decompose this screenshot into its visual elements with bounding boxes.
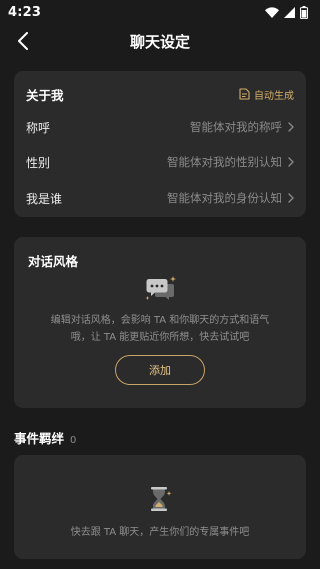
about-me-title: 关于我: [26, 87, 64, 103]
chevron-right-icon: [288, 122, 294, 132]
chat-bubbles-icon: [145, 276, 176, 300]
about-me-header: 关于我 自动生成: [26, 84, 294, 104]
dialogue-style-title: 对话风格: [28, 254, 79, 269]
hourglass-icon: [151, 487, 172, 511]
chevron-right-icon: [288, 193, 294, 203]
events-count: 0: [70, 435, 77, 446]
wifi-icon: [265, 6, 279, 18]
signal-icon: [284, 6, 295, 18]
row-nickname[interactable]: 称呼 智能体对我的称呼: [26, 116, 294, 138]
add-style-button[interactable]: 添加: [115, 355, 205, 385]
row-label: 称呼: [26, 120, 51, 135]
auto-generate-label: 自动生成: [254, 90, 294, 102]
auto-generate-button[interactable]: 自动生成: [239, 87, 294, 102]
row-label: 我是谁: [26, 191, 63, 206]
events-title: 事件羁绊: [14, 431, 65, 446]
battery-icon: [300, 5, 308, 19]
row-value: 智能体对我的身份认知: [167, 191, 282, 205]
dialogue-style-card: 对话风格 编辑对话风格，会影响 TA 和你聊天的方式和语气 哦，让 TA 能更贴…: [14, 237, 306, 408]
events-card: 快去跟 TA 聊天，产生你们的专属事件吧: [14, 455, 306, 559]
header: 聊天设定: [0, 24, 320, 58]
status-time: 4:23: [8, 4, 42, 20]
events-empty-text: 快去跟 TA 聊天，产生你们的专属事件吧: [70, 527, 250, 538]
events-header: 事件羁绊 0: [14, 428, 76, 447]
row-value: 智能体对我的称呼: [190, 120, 282, 134]
row-gender[interactable]: 性别 智能体对我的性别认知: [26, 151, 294, 173]
page-title: 聊天设定: [129, 32, 190, 51]
chevron-right-icon: [288, 157, 294, 167]
back-button[interactable]: [12, 30, 34, 52]
dialogue-style-description: 编辑对话风格，会影响 TA 和你聊天的方式和语气 哦，让 TA 能更贴近你所想，…: [50, 315, 270, 343]
row-value: 智能体对我的性别认知: [167, 155, 282, 169]
status-bar: 4:23: [0, 0, 320, 24]
about-me-card: 关于我 自动生成 称呼 智能体对我的称呼 性别 智能体对我的性别认知 我是谁 智…: [14, 71, 306, 217]
document-icon: [239, 88, 250, 100]
chevron-left-icon: [18, 32, 28, 50]
row-identity[interactable]: 我是谁 智能体对我的身份认知: [26, 187, 294, 209]
status-icons: [265, 5, 308, 19]
row-label: 性别: [26, 155, 51, 170]
